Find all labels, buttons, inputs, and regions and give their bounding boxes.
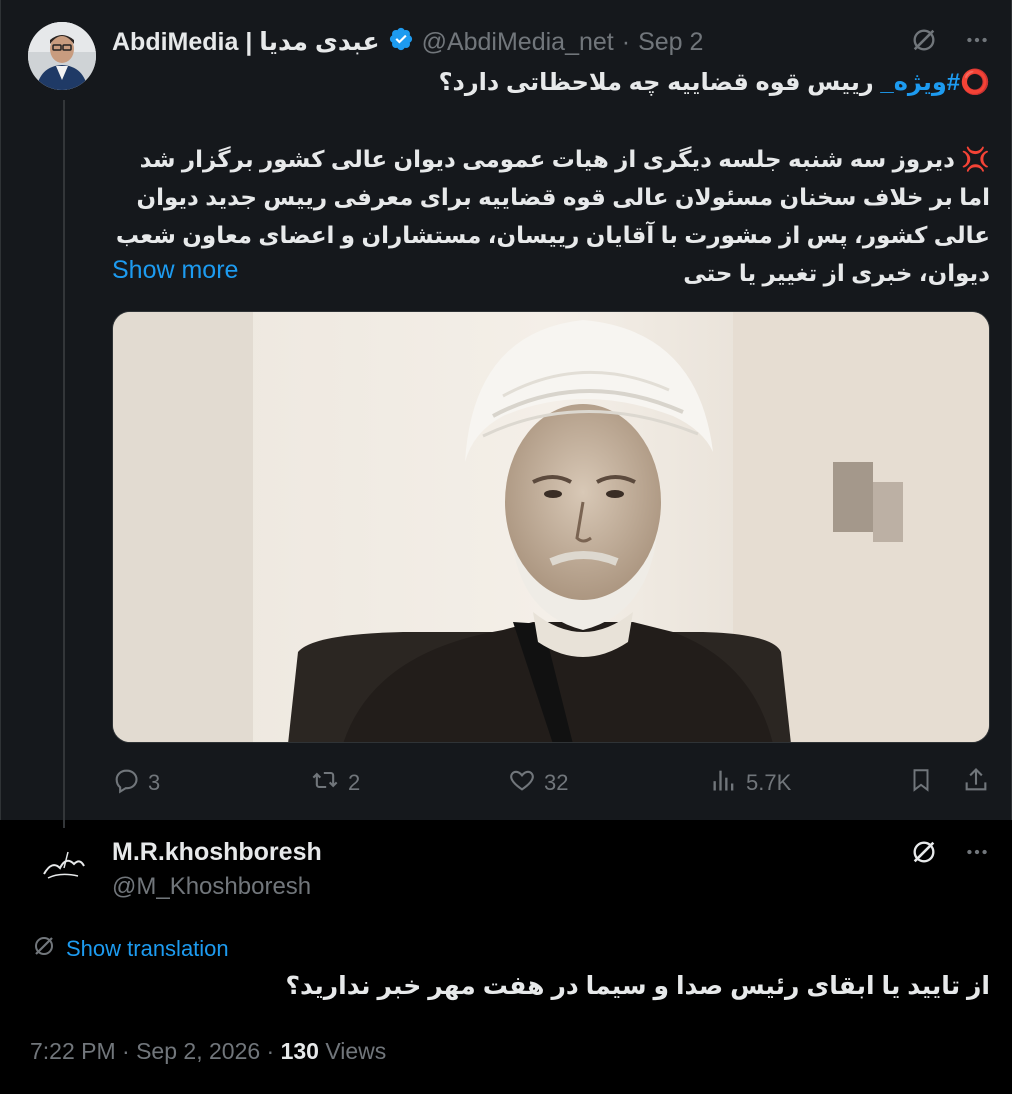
show-more-link[interactable]: Show more xyxy=(112,256,238,285)
like-icon xyxy=(508,766,536,800)
like-count: 32 xyxy=(544,770,569,795)
reply-handle[interactable]: @M_Khoshboresh xyxy=(112,873,311,901)
hashtag-link[interactable]: #ویژه_ xyxy=(880,69,960,96)
share-icon xyxy=(962,766,990,800)
reply-button[interactable]: 3 xyxy=(112,766,160,800)
translate-icon xyxy=(32,934,56,964)
reply-meta: 7:22 PM · Sep 2, 2026 · 130 Views xyxy=(30,1038,386,1065)
repost-icon xyxy=(310,766,340,800)
reply-views-label: Views xyxy=(318,1038,387,1064)
bookmark-icon xyxy=(908,766,934,800)
tweet-first-line: ⭕#ویژه_ رییس قوه قضاییه چه ملاحظاتی دارد… xyxy=(110,64,990,102)
views-count: 5.7K xyxy=(746,770,792,795)
views-button[interactable]: 5.7K xyxy=(710,766,791,800)
handle[interactable]: @AbdiMedia_net xyxy=(422,28,614,57)
repost-count: 2 xyxy=(348,770,361,795)
reply-header-actions xyxy=(910,838,990,866)
reply-display-name[interactable]: M.R.khoshboresh xyxy=(112,838,322,867)
show-translation-label: Show translation xyxy=(66,936,229,961)
tweet-header-actions xyxy=(910,26,990,54)
tweet-body: 💢 دیروز سه شنبه جلسه دیگری از هیات عمومی… xyxy=(115,146,990,286)
avatar[interactable] xyxy=(28,22,96,90)
reply-icon xyxy=(112,766,140,800)
reply-timestamp[interactable]: 7:22 PM · Sep 2, 2026 · xyxy=(30,1038,281,1064)
tweet-actions: 3 2 32 5.7K xyxy=(112,766,990,798)
first-line-text: رییس قوه قضاییه چه ملاحظاتی دارد؟ xyxy=(438,69,881,96)
display-name[interactable]: AbdiMedia | عبدی مدیا xyxy=(112,27,380,57)
share-button[interactable] xyxy=(962,766,990,800)
grok-icon[interactable] xyxy=(910,838,938,866)
reply-views-count: 130 xyxy=(280,1038,319,1064)
more-icon[interactable] xyxy=(964,27,990,53)
bookmark-button[interactable] xyxy=(908,766,934,800)
thread-line xyxy=(63,100,65,828)
tweet-photo[interactable] xyxy=(112,311,990,743)
like-button[interactable]: 32 xyxy=(508,766,568,800)
verified-badge-icon xyxy=(388,26,414,59)
tweet-header: AbdiMedia | عبدی مدیا @AbdiMedia_net · S… xyxy=(112,26,703,58)
reply-avatar[interactable] xyxy=(30,834,96,900)
show-translation-button[interactable]: Show translation xyxy=(32,934,229,964)
circle-icon: ⭕ xyxy=(960,69,990,96)
grok-icon[interactable] xyxy=(910,26,938,54)
views-icon xyxy=(710,766,738,800)
reply-text: از تایید یا ابقای رئیس صدا و سیما در هفت… xyxy=(285,972,990,1000)
reply-count: 3 xyxy=(148,770,161,795)
tweet-date[interactable]: Sep 2 xyxy=(638,28,703,57)
repost-button[interactable]: 2 xyxy=(310,766,360,800)
more-icon[interactable] xyxy=(964,839,990,865)
separator: · xyxy=(621,27,631,56)
